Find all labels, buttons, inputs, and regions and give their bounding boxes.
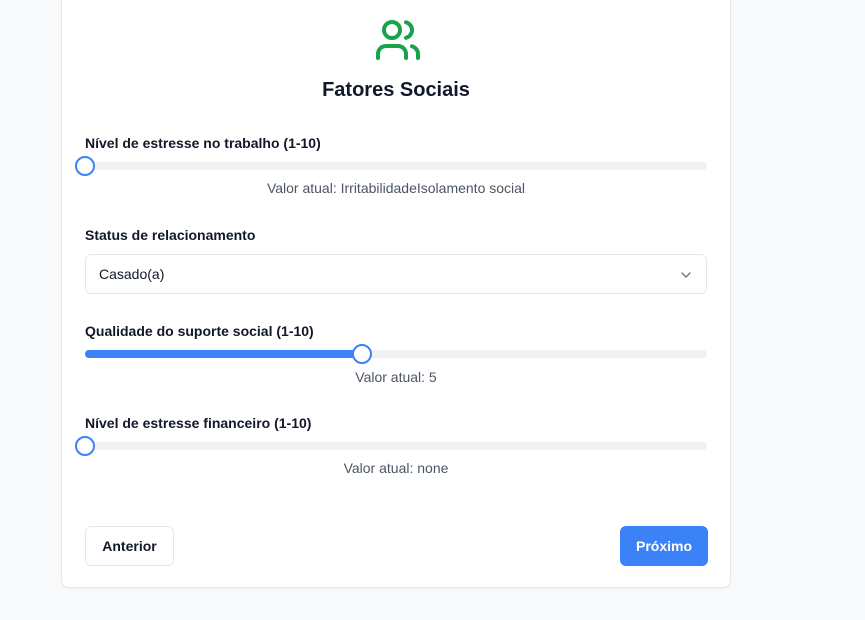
relationship-status-value: Casado(a)	[99, 266, 165, 282]
financial-stress-value: Valor atual: none	[343, 460, 449, 476]
social-factors-card: Fatores Sociais Nível de estresse no tra…	[61, 0, 731, 588]
financial-stress-slider-thumb[interactable]	[75, 436, 95, 456]
relationship-status-select[interactable]: Casado(a)	[85, 254, 707, 294]
social-support-slider-thumb[interactable]	[352, 344, 373, 364]
previous-button[interactable]: Anterior	[85, 526, 174, 566]
section-title: Fatores Sociais	[322, 79, 470, 101]
financial-stress-label: Nível de estresse financeiro (1-10)	[85, 415, 312, 431]
financial-stress-slider[interactable]	[75, 436, 707, 456]
work-stress-label: Nível de estresse no trabalho (1-10)	[85, 135, 321, 151]
social-support-label: Qualidade do suporte social (1-10)	[85, 323, 314, 339]
work-stress-slider[interactable]	[75, 156, 707, 176]
work-stress-slider-thumb[interactable]	[75, 156, 95, 176]
social-support-value: Valor atual: 5	[355, 369, 437, 385]
chevron-down-icon	[681, 272, 691, 278]
next-button[interactable]: Próximo	[620, 526, 708, 566]
social-support-slider-fill	[85, 350, 363, 358]
social-support-slider[interactable]	[85, 344, 707, 364]
relationship-status-label: Status de relacionamento	[85, 227, 256, 243]
work-stress-value: Valor atual: IrritabilidadeIsolamento so…	[266, 180, 526, 196]
users-icon	[376, 20, 420, 60]
